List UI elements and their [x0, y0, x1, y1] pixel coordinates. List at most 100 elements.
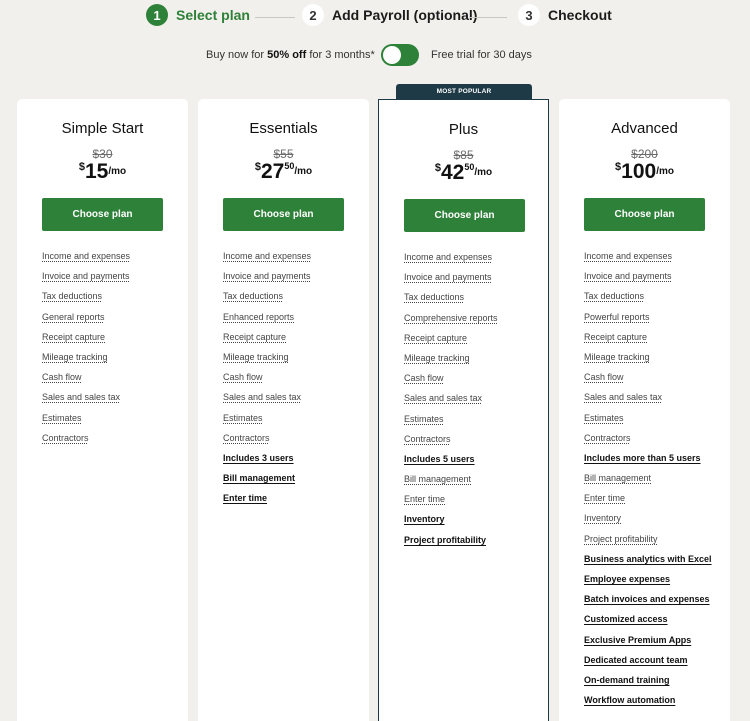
feature-label[interactable]: Estimates [42, 413, 82, 423]
feature-label[interactable]: Includes more than 5 users [584, 453, 701, 463]
feature-label[interactable]: Invoice and payments [42, 271, 130, 281]
feature-label[interactable]: Bill management [584, 473, 651, 483]
feature-label[interactable]: Income and expenses [223, 251, 311, 261]
feature-item: Project profitability [584, 533, 724, 553]
toggle-knob [383, 46, 401, 64]
feature-label[interactable]: Contractors [42, 433, 89, 443]
feature-label[interactable]: Includes 3 users [223, 453, 294, 463]
feature-label[interactable]: Invoice and payments [223, 271, 311, 281]
feature-label[interactable]: Enter time [404, 494, 445, 504]
feature-label[interactable]: Enter time [223, 493, 267, 503]
feature-label[interactable]: Business analytics with Excel [584, 554, 712, 564]
feature-label[interactable]: Cash flow [584, 372, 624, 382]
feature-label[interactable]: Tax deductions [42, 291, 102, 301]
feature-label[interactable]: Income and expenses [584, 251, 672, 261]
discount-label-bold: 50% off [267, 49, 307, 61]
feature-label[interactable]: Receipt capture [584, 332, 647, 342]
feature-item: Workflow automation [584, 694, 724, 714]
pricing-toggle-switch[interactable] [381, 44, 419, 66]
feature-label[interactable]: Invoice and payments [584, 271, 672, 281]
feature-label[interactable]: Income and expenses [42, 251, 130, 261]
price-period: /mo [108, 166, 127, 177]
feature-label[interactable]: Workflow automation [584, 695, 675, 705]
feature-item: Business analytics with Excel [584, 553, 724, 573]
feature-label[interactable]: Cash flow [223, 372, 263, 382]
plan-card-essentials: Essentials $55 $2750/mo Choose plan Income a… [198, 99, 369, 721]
feature-label[interactable]: Comprehensive reports [404, 313, 498, 323]
feature-list: Income and expenses Invoice and payments T… [404, 251, 544, 554]
feature-label[interactable]: Tax deductions [223, 291, 283, 301]
feature-label[interactable]: Batch invoices and expenses [584, 594, 710, 604]
step-checkout[interactable]: 3 Checkout [518, 3, 612, 27]
feature-item: Invoice and payments [404, 271, 544, 291]
feature-label[interactable]: Receipt capture [42, 332, 105, 342]
feature-item: Sales and sales tax [584, 391, 724, 411]
feature-label[interactable]: Sales and sales tax [584, 392, 662, 402]
feature-label[interactable]: Bill management [223, 473, 295, 483]
price-period: /mo [294, 166, 313, 177]
feature-label[interactable]: Contractors [404, 434, 451, 444]
feature-label[interactable]: On-demand training [584, 675, 670, 685]
feature-label[interactable]: Contractors [223, 433, 270, 443]
feature-item: Income and expenses [42, 250, 182, 270]
feature-label[interactable]: Tax deductions [404, 292, 464, 302]
feature-label[interactable]: Estimates [584, 413, 624, 423]
price-period: /mo [656, 166, 674, 177]
discounted-price: $15/mo [17, 160, 188, 184]
feature-label[interactable]: Customized access [584, 614, 668, 624]
feature-label[interactable]: Includes 5 users [404, 454, 475, 464]
feature-label[interactable]: Invoice and payments [404, 272, 492, 282]
feature-label[interactable]: Dedicated account team [584, 655, 688, 665]
feature-label[interactable]: Powerful reports [584, 312, 650, 322]
feature-label[interactable]: Enter time [584, 493, 625, 503]
feature-item: Bill management [404, 473, 544, 493]
feature-label[interactable]: Project profitability [584, 534, 658, 544]
price-period: /mo [474, 167, 493, 178]
feature-label[interactable]: Sales and sales tax [223, 392, 301, 402]
feature-label[interactable]: Receipt capture [404, 333, 467, 343]
feature-item: Comprehensive reports [404, 312, 544, 332]
choose-plan-button[interactable]: Choose plan [42, 198, 163, 231]
feature-label[interactable]: Sales and sales tax [42, 392, 120, 402]
feature-label[interactable]: Employee expenses [584, 574, 670, 584]
feature-list: Income and expenses Invoice and payments T… [223, 250, 363, 512]
discount-label-pre: Buy now for [206, 49, 268, 61]
feature-label[interactable]: Receipt capture [223, 332, 286, 342]
feature-label[interactable]: Mileage tracking [584, 352, 650, 362]
choose-plan-button[interactable]: Choose plan [584, 198, 705, 231]
feature-label[interactable]: Cash flow [42, 372, 82, 382]
feature-label[interactable]: Mileage tracking [42, 352, 108, 362]
step-add-payroll[interactable]: 2 Add Payroll (optional) [302, 3, 477, 27]
feature-label[interactable]: Mileage tracking [223, 352, 289, 362]
feature-label[interactable]: Sales and sales tax [404, 393, 482, 403]
feature-label[interactable]: Bill management [404, 474, 471, 484]
discounted-price: $2750/mo [198, 160, 369, 184]
feature-label[interactable]: Project profitability [404, 535, 486, 545]
feature-label[interactable]: General reports [42, 312, 105, 322]
feature-label[interactable]: Contractors [584, 433, 631, 443]
discount-label-post: for 3 months* [306, 49, 375, 61]
feature-label[interactable]: Estimates [223, 413, 263, 423]
feature-label[interactable]: Estimates [404, 414, 444, 424]
feature-label[interactable]: Income and expenses [404, 252, 492, 262]
choose-plan-button[interactable]: Choose plan [404, 199, 525, 232]
pricing-toggle-row: Buy now for 50% off for 3 months* Free t… [0, 44, 750, 66]
feature-item: Includes 3 users [223, 452, 363, 472]
feature-label[interactable]: Tax deductions [584, 291, 644, 301]
plan-card-advanced: Advanced $200 $100/mo Choose plan Income and… [559, 99, 730, 721]
step-select-plan[interactable]: 1 Select plan [146, 3, 250, 27]
feature-item: Contractors [223, 432, 363, 452]
feature-item: Receipt capture [584, 331, 724, 351]
feature-label[interactable]: Enhanced reports [223, 312, 294, 322]
feature-item: Mileage tracking [223, 351, 363, 371]
feature-label[interactable]: Mileage tracking [404, 353, 470, 363]
feature-label[interactable]: Cash flow [404, 373, 444, 383]
feature-label[interactable]: Exclusive Premium Apps [584, 635, 691, 645]
free-trial-label: Free trial for 30 days [431, 49, 532, 61]
feature-label[interactable]: Inventory [404, 514, 445, 524]
choose-plan-button[interactable]: Choose plan [223, 198, 344, 231]
feature-item: Enter time [404, 493, 544, 513]
feature-item: Estimates [584, 412, 724, 432]
feature-label[interactable]: Inventory [584, 513, 621, 523]
price-amount: 27 [260, 160, 285, 183]
